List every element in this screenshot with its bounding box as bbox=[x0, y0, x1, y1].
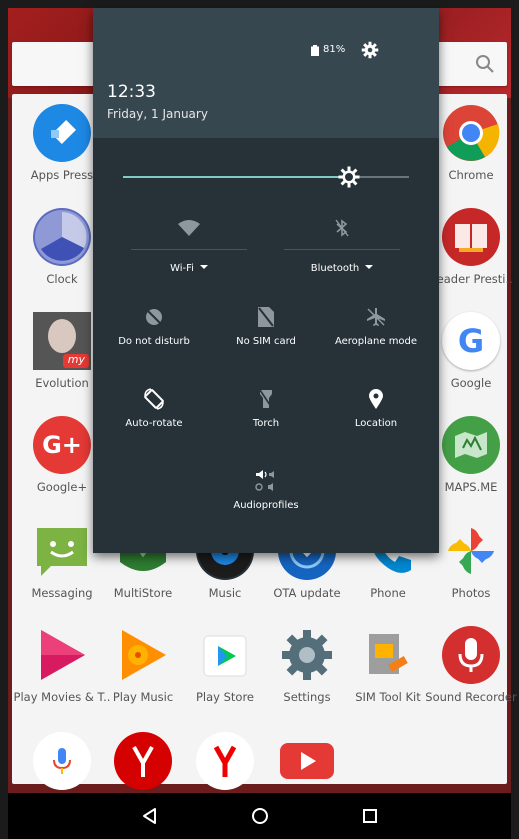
messaging-icon bbox=[33, 522, 91, 580]
back-icon bbox=[142, 808, 156, 824]
play-music-icon bbox=[114, 626, 172, 684]
no-sim-tile[interactable]: No SIM card bbox=[223, 304, 309, 347]
do-not-disturb-tile[interactable]: Do not disturb bbox=[111, 304, 197, 347]
shade-clock[interactable]: 12:33 bbox=[107, 82, 156, 102]
reader-icon bbox=[442, 208, 500, 266]
recents-button[interactable] bbox=[315, 793, 425, 839]
tile-label: Do not disturb bbox=[118, 336, 190, 347]
airplane-icon bbox=[367, 308, 385, 326]
yandex-browser-icon bbox=[114, 732, 172, 790]
do-not-disturb-icon bbox=[146, 309, 162, 325]
quick-settings-panel: 81% 12:33 Friday, 1 January Wi-Fi Blueto… bbox=[93, 8, 439, 553]
evolution-icon: my bbox=[33, 312, 91, 370]
sim-toolkit-icon bbox=[359, 626, 417, 684]
microphone-icon bbox=[442, 626, 500, 684]
voice-search-icon bbox=[33, 732, 91, 790]
battery-percentage: 81% bbox=[323, 44, 346, 55]
aeroplane-mode-tile[interactable]: Aeroplane mode bbox=[333, 304, 419, 347]
brightness-auto-icon[interactable] bbox=[337, 165, 361, 189]
photos-icon bbox=[442, 522, 500, 580]
settings-icon[interactable] bbox=[361, 41, 379, 59]
app-label: Sound Recorder bbox=[425, 690, 517, 704]
tile-label: Auto-rotate bbox=[125, 418, 183, 429]
tile-label: No SIM card bbox=[236, 336, 296, 347]
wifi-tile[interactable]: Wi-Fi bbox=[131, 215, 247, 274]
clock-icon bbox=[33, 208, 91, 266]
play-store-icon bbox=[196, 626, 254, 684]
google-plus-icon: G+ bbox=[33, 416, 91, 474]
no-sim-icon bbox=[258, 307, 274, 327]
recents-icon bbox=[362, 809, 377, 823]
chevron-down-icon[interactable] bbox=[199, 265, 208, 269]
torch-icon bbox=[259, 389, 273, 409]
tile-label: Audioprofiles bbox=[233, 500, 299, 511]
brightness-slider[interactable] bbox=[123, 176, 409, 178]
maps-me-icon bbox=[442, 416, 500, 474]
shade-date[interactable]: Friday, 1 January bbox=[107, 107, 208, 121]
tile-label: Torch bbox=[252, 418, 280, 429]
audioprofiles-tile[interactable]: Audioprofiles bbox=[223, 468, 309, 511]
torch-tile[interactable]: Torch bbox=[223, 386, 309, 429]
auto-rotate-icon bbox=[144, 388, 164, 410]
app-label: Photos bbox=[451, 586, 491, 600]
settings-gear-icon bbox=[278, 626, 336, 684]
audio-profiles-icon bbox=[255, 470, 274, 491]
back-button[interactable] bbox=[95, 793, 205, 839]
chevron-down-icon[interactable] bbox=[365, 265, 374, 269]
navigation-bar bbox=[8, 793, 511, 839]
location-icon bbox=[369, 389, 383, 409]
wifi-icon bbox=[178, 220, 200, 236]
youtube-icon bbox=[278, 732, 336, 790]
bluetooth-tile[interactable]: Bluetooth bbox=[284, 215, 400, 274]
tile-label: Aeroplane mode bbox=[334, 336, 418, 347]
play-movies-icon bbox=[33, 626, 91, 684]
apps-press-icon bbox=[33, 104, 91, 162]
wifi-label: Wi-Fi bbox=[170, 263, 194, 274]
bluetooth-off-icon bbox=[335, 219, 349, 237]
shade-header: 81% 12:33 Friday, 1 January bbox=[93, 8, 439, 138]
tile-label: Location bbox=[354, 418, 398, 429]
battery-icon bbox=[311, 45, 319, 56]
evolution-badge: my bbox=[67, 353, 85, 366]
google-icon: G bbox=[442, 312, 500, 370]
home-icon bbox=[251, 808, 268, 824]
search-icon[interactable] bbox=[473, 52, 497, 76]
bluetooth-label: Bluetooth bbox=[310, 263, 360, 274]
app-sound-recorder[interactable]: Sound Recorder bbox=[419, 622, 519, 718]
home-button[interactable] bbox=[205, 793, 315, 839]
yandex-icon bbox=[196, 732, 254, 790]
chrome-icon bbox=[442, 104, 500, 162]
brightness-slider-fill bbox=[123, 176, 349, 178]
location-tile[interactable]: Location bbox=[333, 386, 419, 429]
auto-rotate-tile[interactable]: Auto-rotate bbox=[111, 386, 197, 429]
